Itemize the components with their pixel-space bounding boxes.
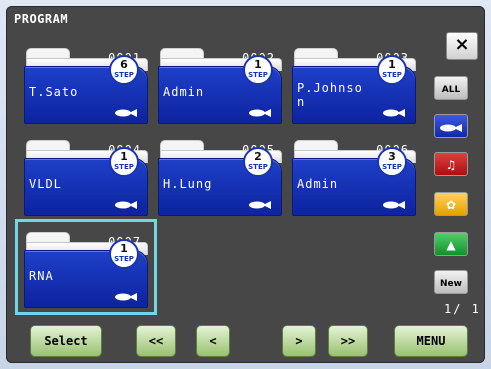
select-button[interactable]: Select xyxy=(30,325,102,357)
program-panel: PROGRAM × 0001 T.Sato 6STEP 0002 Admin 1… xyxy=(6,6,485,363)
new-label: New xyxy=(440,279,462,289)
next-page-button[interactable]: > xyxy=(282,325,316,357)
step-count: 1 xyxy=(120,242,128,255)
step-label: STEP xyxy=(382,71,402,79)
step-badge: 1 STEP xyxy=(243,55,273,85)
program-name: H.Lung xyxy=(163,177,213,191)
step-label: STEP xyxy=(382,163,402,171)
folder-front: 0005 H.Lung 2STEP xyxy=(158,143,282,216)
page-indicator: 1/ 1 xyxy=(444,302,481,316)
tree-icon: ▲ xyxy=(446,238,456,252)
filter-all-button[interactable]: ALL xyxy=(434,76,468,100)
program-name: Admin xyxy=(163,85,205,99)
step-label: STEP xyxy=(248,71,268,79)
step-badge: 1 STEP xyxy=(109,239,139,269)
program-folder-0007[interactable]: 0007 RNA 1STEP xyxy=(18,222,154,312)
step-label: STEP xyxy=(114,255,134,263)
filter-all-label: ALL xyxy=(441,85,461,95)
close-button[interactable]: × xyxy=(446,32,478,60)
prev-page-button[interactable]: < xyxy=(196,325,230,357)
program-name: VLDL xyxy=(29,177,62,191)
fish-icon xyxy=(383,201,405,209)
new-program-button[interactable]: New xyxy=(434,270,468,294)
fish-icon xyxy=(115,201,137,209)
program-name: Admin xyxy=(297,177,339,191)
step-count: 2 xyxy=(254,150,262,163)
step-label: STEP xyxy=(114,71,134,79)
program-folder-0006[interactable]: 0006 Admin 3STEP xyxy=(286,130,422,220)
fish-icon xyxy=(249,109,271,117)
step-badge: 2 STEP xyxy=(243,147,273,177)
filter-music-button[interactable]: ♫ xyxy=(434,152,468,176)
step-count: 1 xyxy=(388,58,396,71)
music-note-icon: ♫ xyxy=(445,158,457,172)
step-count: 6 xyxy=(120,58,128,71)
step-count: 1 xyxy=(120,150,128,163)
program-name: P.Johnso n xyxy=(297,81,363,109)
fish-icon xyxy=(249,201,271,209)
step-count: 3 xyxy=(388,150,396,163)
folder-front: 0007 RNA 1STEP xyxy=(24,235,148,308)
filter-flower-button[interactable]: ✿ xyxy=(434,192,468,216)
screen-frame: PROGRAM × 0001 T.Sato 6STEP 0002 Admin 1… xyxy=(0,0,491,369)
filter-tree-button[interactable]: ▲ xyxy=(434,232,468,256)
step-count: 1 xyxy=(254,58,262,71)
program-name: RNA xyxy=(29,269,54,283)
menu-button[interactable]: MENU xyxy=(394,325,468,357)
filter-fish-button[interactable] xyxy=(434,114,468,138)
program-folder-0002[interactable]: 0002 Admin 1STEP xyxy=(152,38,288,128)
program-folder-0005[interactable]: 0005 H.Lung 2STEP xyxy=(152,130,288,220)
folder-front: 0001 T.Sato 6STEP xyxy=(24,51,148,124)
fish-icon xyxy=(115,109,137,117)
step-badge: 1 STEP xyxy=(109,147,139,177)
step-label: STEP xyxy=(114,163,134,171)
fish-icon xyxy=(115,293,137,301)
folder-front: 0002 Admin 1STEP xyxy=(158,51,282,124)
program-name: T.Sato xyxy=(29,85,79,99)
program-folder-0001[interactable]: 0001 T.Sato 6STEP xyxy=(18,38,154,128)
program-folder-0003[interactable]: 0003 P.Johnso n 1STEP xyxy=(286,38,422,128)
last-page-button[interactable]: >> xyxy=(328,325,368,357)
program-folder-0004[interactable]: 0004 VLDL 1STEP xyxy=(18,130,154,220)
folder-front: 0003 P.Johnso n 1STEP xyxy=(292,51,416,124)
fish-icon xyxy=(440,124,462,132)
step-badge: 6 STEP xyxy=(109,55,139,85)
step-badge: 1 STEP xyxy=(377,55,407,85)
flower-icon: ✿ xyxy=(445,198,457,212)
folder-front: 0006 Admin 3STEP xyxy=(292,143,416,216)
step-badge: 3 STEP xyxy=(377,147,407,177)
folder-front: 0004 VLDL 1STEP xyxy=(24,143,148,216)
step-label: STEP xyxy=(248,163,268,171)
first-page-button[interactable]: << xyxy=(136,325,176,357)
fish-icon xyxy=(383,109,405,117)
page-title: PROGRAM xyxy=(14,12,69,26)
